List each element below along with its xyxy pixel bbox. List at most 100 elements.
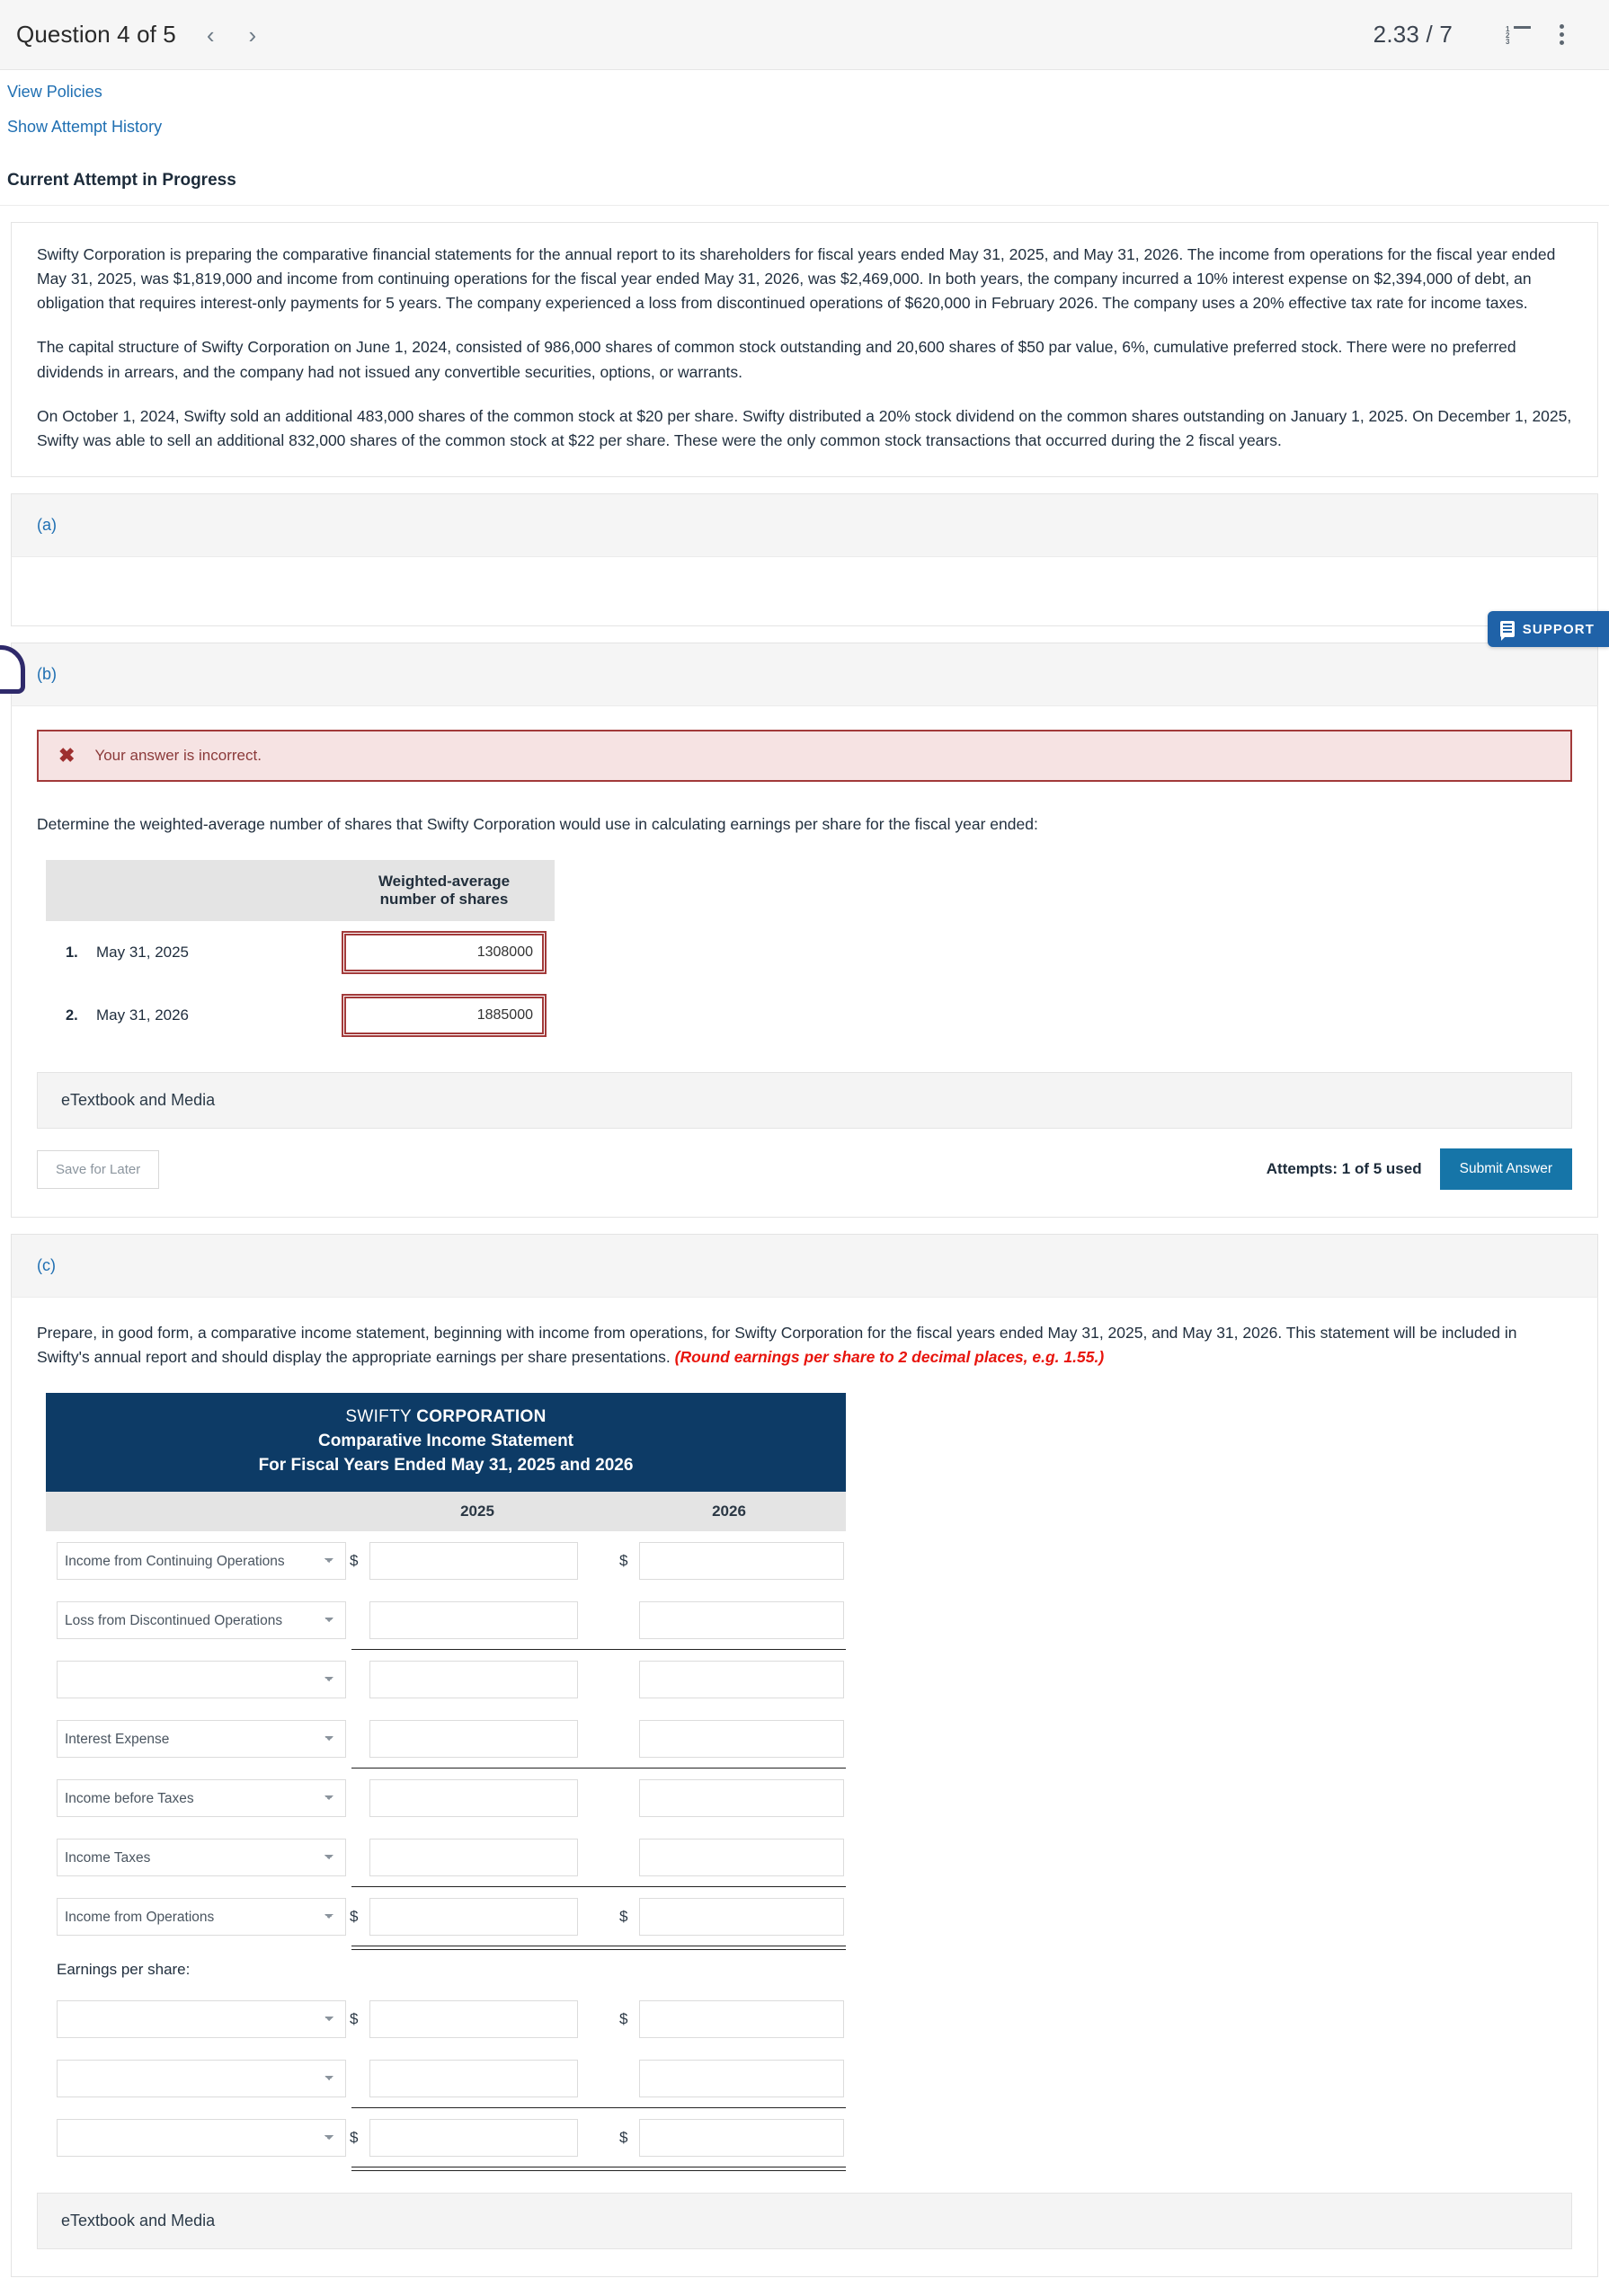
part-c-label[interactable]: (c) [37,1256,56,1274]
amount-input-2026-0[interactable] [639,1542,844,1581]
amount-input-2026-6[interactable] [639,1898,844,1937]
row-input-cell [333,921,555,984]
policy-links: View Policies Show Attempt History [0,70,1609,158]
amount-input-2026-3[interactable] [639,1720,844,1759]
account-cell: Loss from Discontinued Operations [46,1601,346,1640]
prev-question-arrow[interactable]: ‹ [207,23,215,47]
part-c-instruction: Prepare, in good form, a comparative inc… [37,1321,1572,1370]
score-display: 2.33 / 7 [1373,21,1453,48]
account-select-3[interactable]: Interest Expense [57,1720,346,1759]
show-attempt-history-link[interactable]: Show Attempt History [7,118,1609,137]
amount-input-2025-5[interactable] [369,1839,578,1877]
row-date: May 31, 2026 [96,1006,190,1024]
part-a-body [11,555,1598,626]
part-b-label[interactable]: (b) [37,665,57,683]
amount-input-2026-4[interactable] [639,1779,844,1818]
eps-account-select-1[interactable] [57,2060,346,2098]
account-select-5[interactable]: Income Taxes [57,1839,346,1877]
money-cell-2025: $ [342,2119,612,2158]
money-cell-2025: $ [342,1542,612,1581]
eps-input-2026-0[interactable] [639,2000,844,2039]
eps-input-2026-1[interactable] [639,2060,844,2098]
etextbook-and-media-c[interactable]: eTextbook and Media [37,2193,1572,2250]
money-cell-2025 [342,1839,612,1877]
column-header-2025: 2025 [460,1503,494,1520]
statement-row [46,2049,846,2109]
submit-answer-button[interactable]: Submit Answer [1439,1148,1572,1190]
account-select-4[interactable]: Income before Taxes [57,1779,346,1818]
money-cell-2026 [612,2060,846,2098]
kebab-menu-icon [1559,24,1564,45]
part-c-band: (c) [11,1234,1598,1297]
weighted-average-input-2025[interactable] [342,931,547,974]
table-header-blank [46,860,333,921]
account-cell [46,2119,346,2158]
next-question-arrow[interactable]: › [249,23,257,47]
eps-input-2025-2[interactable] [369,2119,578,2158]
support-button[interactable]: SUPPORT [1487,611,1609,647]
statement-title: Comparative Income Statement [317,1432,574,1451]
amount-input-2025-3[interactable] [369,1720,578,1759]
view-policies-link[interactable]: View Policies [7,83,1609,102]
eps-account-select-0[interactable] [57,2000,346,2039]
account-select-6[interactable]: Income from Operations [57,1898,346,1937]
part-a-label[interactable]: (a) [37,516,57,534]
eps-input-2026-2[interactable] [639,2119,844,2158]
amount-input-2026-5[interactable] [639,1839,844,1877]
question-topbar: Question 4 of 5 ‹ › 2.33 / 7 123 [0,0,1609,70]
dollar-sign-2026: $ [619,1908,628,1926]
weighted-average-table: Weighted-average number of shares 1. May… [46,860,555,1047]
money-cell-2025 [342,1720,612,1759]
dollar-sign-2025: $ [350,2010,359,2028]
statement-row: $ $ [46,1990,846,2049]
account-select-1[interactable]: Loss from Discontinued Operations [57,1601,346,1640]
eps-input-2025-0[interactable] [369,2000,578,2039]
amount-input-2026-1[interactable] [639,1601,844,1640]
statement-row [46,1650,846,1709]
weighted-average-input-2026[interactable] [342,994,547,1037]
more-options-button[interactable] [1546,20,1577,50]
column-header-2026: 2026 [712,1503,746,1520]
account-select-2[interactable] [57,1661,346,1699]
statement-row: Income before Taxes [46,1769,846,1828]
table-row: 1. May 31, 2025 [46,921,555,984]
eps-account-select-2[interactable] [57,2119,346,2158]
comparative-income-statement: SWIFTY CORPORATION Comparative Income St… [46,1393,846,2172]
numbered-list-icon: 123 [1506,25,1531,45]
money-cell-2026: $ [612,2000,846,2039]
question-list-button[interactable]: 123 [1503,20,1533,50]
row-number: 1. [66,944,78,961]
save-for-later-button[interactable]: Save for Later [37,1149,160,1189]
amount-input-2025-4[interactable] [369,1779,578,1818]
eps-input-2025-1[interactable] [369,2060,578,2098]
amount-input-2025-1[interactable] [369,1601,578,1640]
amount-input-2025-6[interactable] [369,1898,578,1937]
account-cell: Income Taxes [46,1839,346,1877]
money-cell-2026 [612,1601,846,1640]
attempts-counter: Attempts: 1 of 5 used [1266,1160,1422,1177]
amount-input-2025-0[interactable] [369,1542,578,1581]
part-b-instruction: Determine the weighted-average number of… [37,814,1038,833]
support-label: SUPPORT [1522,621,1595,637]
part-b-section: (b) ✖ Your answer is incorrect. Determin… [11,642,1598,1218]
money-cell-2025 [342,1661,612,1699]
page-title: Question 4 of 5 [16,21,176,48]
row-input-cell [333,984,555,1047]
statement-row: Income from Operations $ $ [46,1887,846,1951]
earnings-per-share-label: Earnings per share: [57,1961,191,1979]
amount-input-2026-2[interactable] [639,1661,844,1699]
money-cell-2025: $ [342,1898,612,1937]
money-cell-2025 [342,1601,612,1640]
question-nav: ‹ › [207,23,256,47]
problem-paragraph-2: The capital structure of Swifty Corporat… [37,338,1516,381]
problem-paragraph-1: Swifty Corporation is preparing the comp… [37,245,1556,313]
money-cell-2026: $ [612,1898,846,1937]
part-b-band: (b) [11,642,1598,705]
account-select-0[interactable]: Income from Continuing Operations [57,1542,346,1581]
part-c-instruction-note: (Round earnings per share to 2 decimal p… [674,1348,1105,1367]
account-cell [46,1661,346,1699]
money-cell-2026: $ [612,2119,846,2158]
etextbook-and-media-b[interactable]: eTextbook and Media [37,1072,1572,1129]
account-cell: Income before Taxes [46,1779,346,1818]
amount-input-2025-2[interactable] [369,1661,578,1699]
